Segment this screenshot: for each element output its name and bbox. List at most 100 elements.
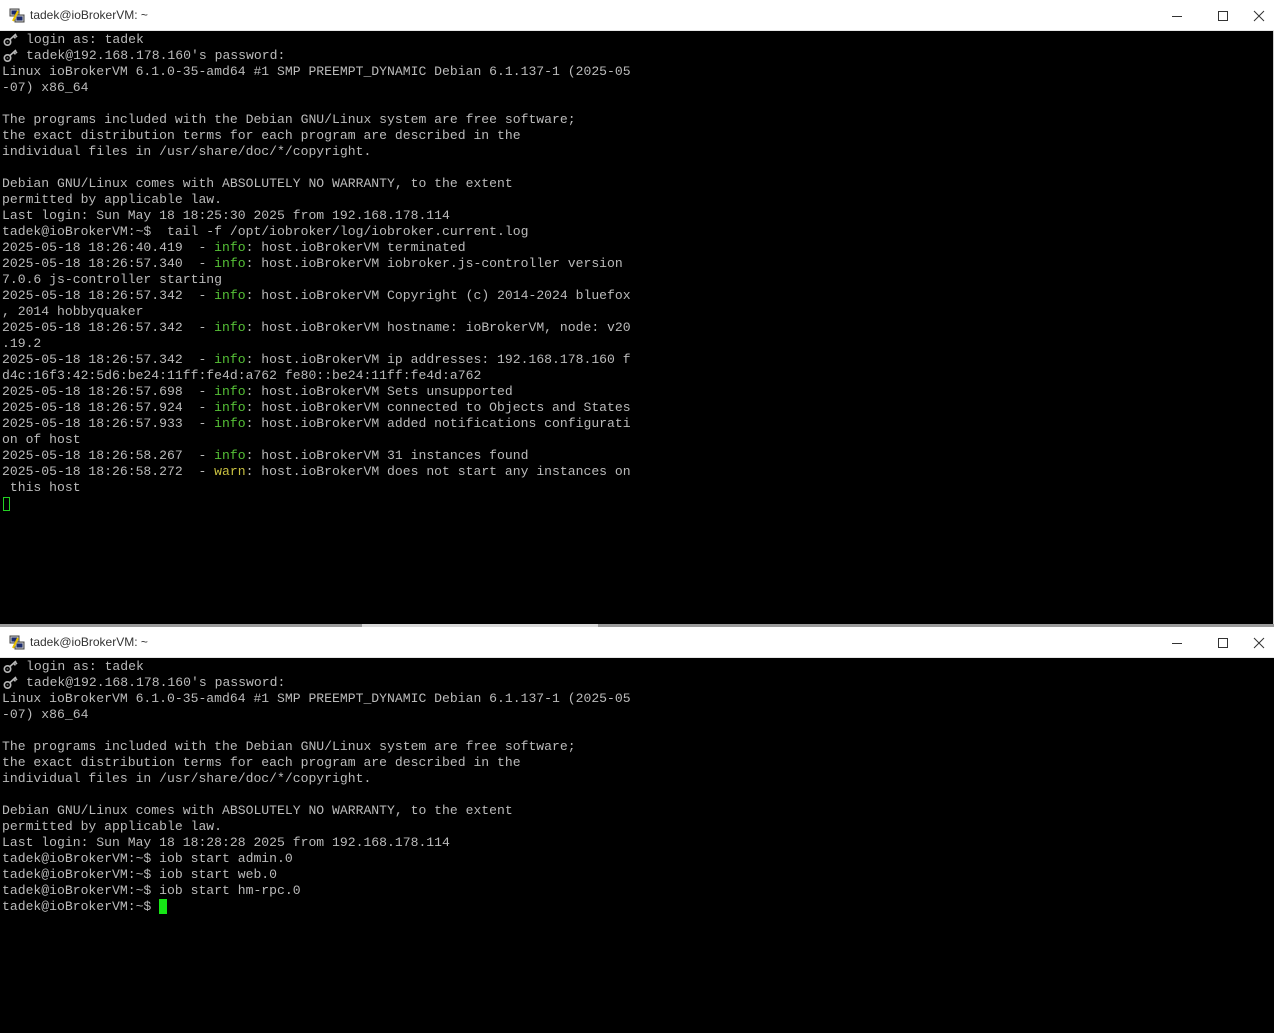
terminal-line: permitted by applicable law. <box>2 192 223 207</box>
terminal-line: -07) x86_64 <box>2 80 89 95</box>
key-icon <box>3 660 18 674</box>
log-timestamp: 2025-05-18 18:26:57.340 - <box>2 256 215 271</box>
maximize-icon <box>1218 10 1228 21</box>
log-level: info <box>214 384 246 399</box>
log-line: on of host <box>2 432 81 448</box>
terminal-line: the exact distribution terms for each pr… <box>2 128 521 143</box>
minimize-button[interactable] <box>1154 0 1200 31</box>
log-message: : host.ioBrokerVM Copyright (c) 2014-202… <box>245 288 631 303</box>
log-line: 2025-05-18 18:26:57.342 - info: host.ioB… <box>2 288 631 304</box>
terminal-line: tadek@ioBrokerVM:~$ iob start admin.0 <box>2 851 293 866</box>
maximize-button[interactable] <box>1200 0 1246 31</box>
close-button[interactable] <box>1244 627 1274 658</box>
close-icon <box>1253 10 1265 21</box>
terminal-line: Last login: Sun May 18 18:28:28 2025 fro… <box>2 835 450 850</box>
log-continuation: on of host <box>2 432 81 447</box>
terminal-line: permitted by applicable law. <box>2 819 223 834</box>
title-bar[interactable]: tadek@ioBrokerVM: ~ <box>0 627 1274 658</box>
log-level: info <box>214 416 246 431</box>
log-continuation: , 2014 hobbyquaker <box>2 304 144 319</box>
log-message: : host.ioBrokerVM terminated <box>245 240 466 255</box>
terminal-line: individual files in /usr/share/doc/*/cop… <box>2 771 372 786</box>
terminal-line: Last login: Sun May 18 18:25:30 2025 fro… <box>2 208 450 223</box>
log-line: d4c:16f3:42:5d6:be24:11ff:fe4d:a762 fe80… <box>2 368 481 384</box>
terminal-line: Linux ioBrokerVM 6.1.0-35-amd64 #1 SMP P… <box>2 691 631 706</box>
terminal-line: The programs included with the Debian GN… <box>2 112 576 127</box>
log-line: 2025-05-18 18:26:40.419 - info: host.ioB… <box>2 240 466 256</box>
close-icon <box>1253 637 1265 648</box>
log-line: this host <box>2 480 81 496</box>
terminal-line: individual files in /usr/share/doc/*/cop… <box>2 144 372 159</box>
log-line: 2025-05-18 18:26:57.933 - info: host.ioB… <box>2 416 631 432</box>
log-level: info <box>214 400 246 415</box>
log-message: : host.ioBrokerVM ip addresses: 192.168.… <box>245 352 631 367</box>
log-line: 2025-05-18 18:26:57.342 - info: host.ioB… <box>2 352 631 368</box>
minimize-icon <box>1172 15 1182 17</box>
key-icon <box>3 33 18 47</box>
log-timestamp: 2025-05-18 18:26:57.924 - <box>2 400 215 415</box>
log-level: info <box>214 448 246 463</box>
log-continuation: 7.0.6 js-controller starting <box>2 272 223 287</box>
log-timestamp: 2025-05-18 18:26:58.267 - <box>2 448 215 463</box>
maximize-button[interactable] <box>1200 627 1246 658</box>
log-line: 2025-05-18 18:26:58.267 - info: host.ioB… <box>2 448 528 464</box>
window-title: tadek@ioBrokerVM: ~ <box>30 635 148 649</box>
log-line: 2025-05-18 18:26:57.924 - info: host.ioB… <box>2 400 631 416</box>
prompt-line: tadek@ioBrokerVM:~$ <box>2 899 160 914</box>
terminal-line: Debian GNU/Linux comes with ABSOLUTELY N… <box>2 176 513 191</box>
window-title: tadek@ioBrokerVM: ~ <box>30 8 148 22</box>
log-continuation: this host <box>2 480 81 495</box>
log-continuation: .19.2 <box>2 336 42 351</box>
log-message: : host.ioBrokerVM iobroker.js-controller… <box>245 256 623 271</box>
log-timestamp: 2025-05-18 18:26:58.272 - <box>2 464 215 479</box>
password-line: tadek@192.168.178.160's password: <box>26 48 286 63</box>
title-bar[interactable]: tadek@ioBrokerVM: ~ <box>0 0 1274 31</box>
log-timestamp: 2025-05-18 18:26:57.342 - <box>2 352 215 367</box>
log-timestamp: 2025-05-18 18:26:57.698 - <box>2 384 215 399</box>
terminal-window-bottom[interactable]: tadek@ioBrokerVM: ~ login as: tadek tadek… <box>0 627 1274 1033</box>
terminal-line: The programs included with the Debian GN… <box>2 739 576 754</box>
log-line: .19.2 <box>2 336 41 352</box>
log-continuation: d4c:16f3:42:5d6:be24:11ff:fe4d:a762 fe80… <box>2 368 482 383</box>
terminal-line: tadek@ioBrokerVM:~$ tail -f /opt/iobroke… <box>2 224 529 239</box>
log-message: : host.ioBrokerVM does not start any ins… <box>245 464 631 479</box>
terminal-line: tadek@ioBrokerVM:~$ iob start hm-rpc.0 <box>2 883 301 898</box>
log-message: : host.ioBrokerVM Sets unsupported <box>245 384 513 399</box>
log-level: info <box>214 240 246 255</box>
terminal-line: the exact distribution terms for each pr… <box>2 755 521 770</box>
log-line: , 2014 hobbyquaker <box>2 304 143 320</box>
log-level: warn <box>214 464 246 479</box>
cursor <box>159 899 168 914</box>
minimize-button[interactable] <box>1154 627 1200 658</box>
terminal-output[interactable]: login as: tadek tadek@192.168.178.160's p… <box>0 658 1274 1033</box>
login-line: login as: tadek <box>26 32 144 47</box>
log-line: 2025-05-18 18:26:57.340 - info: host.ioB… <box>2 256 623 272</box>
log-message: : host.ioBrokerVM 31 instances found <box>245 448 529 463</box>
log-level: info <box>214 352 246 367</box>
log-line: 2025-05-18 18:26:57.342 - info: host.ioB… <box>2 320 631 336</box>
terminal-output[interactable]: login as: tadek tadek@192.168.178.160's p… <box>0 31 1274 627</box>
terminal-line: -07) x86_64 <box>2 707 89 722</box>
maximize-icon <box>1218 637 1228 648</box>
key-icon <box>3 676 18 690</box>
log-message: : host.ioBrokerVM added notifications co… <box>245 416 631 431</box>
terminal-window-top[interactable]: tadek@ioBrokerVM: ~ login as: tadek tadek… <box>0 0 1274 627</box>
log-timestamp: 2025-05-18 18:26:57.933 - <box>2 416 215 431</box>
terminal-line: Linux ioBrokerVM 6.1.0-35-amd64 #1 SMP P… <box>2 64 631 79</box>
log-level: info <box>214 320 246 335</box>
putty-icon <box>9 8 25 23</box>
log-line: 7.0.6 js-controller starting <box>2 272 222 288</box>
key-icon <box>3 49 18 63</box>
log-message: : host.ioBrokerVM hostname: ioBrokerVM, … <box>245 320 631 335</box>
login-line: login as: tadek <box>26 659 144 674</box>
log-line: 2025-05-18 18:26:58.272 - warn: host.ioB… <box>2 464 631 480</box>
log-level: info <box>214 288 246 303</box>
password-line: tadek@192.168.178.160's password: <box>26 675 286 690</box>
log-timestamp: 2025-05-18 18:26:57.342 - <box>2 320 215 335</box>
minimize-icon <box>1172 642 1182 644</box>
log-timestamp: 2025-05-18 18:26:40.419 - <box>2 240 215 255</box>
cursor <box>3 497 10 511</box>
log-level: info <box>214 256 246 271</box>
close-button[interactable] <box>1244 0 1274 31</box>
putty-icon <box>9 635 25 650</box>
